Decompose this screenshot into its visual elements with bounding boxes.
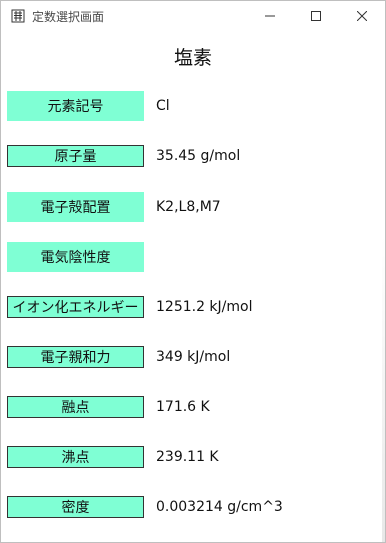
property-label[interactable]: 密度 — [7, 496, 144, 518]
maximize-icon — [311, 11, 321, 21]
property-row-density: 密度 0.003214 g/cm^3 — [7, 492, 377, 522]
property-row-atomic-weight: 原子量 35.45 g/mol — [7, 141, 377, 171]
property-value: 35.45 g/mol — [156, 148, 241, 164]
property-row-melting-point: 融点 171.6 K — [7, 392, 377, 422]
property-row-electron-affinity: 電子親和力 349 kJ/mol — [7, 342, 377, 372]
element-name: 塩素 — [173, 47, 212, 69]
property-value: 239.11 K — [156, 449, 219, 465]
window-edge-shadow — [382, 31, 385, 542]
property-row-electronegativity: 電気陰性度 — [7, 242, 377, 272]
property-label[interactable]: 原子量 — [7, 145, 144, 167]
app-window: 定数選択画面 塩素 元素記号 Cl 原子量 35.45 g/mol 電子殻配置 … — [0, 0, 386, 543]
property-label[interactable]: イオン化エネルギー — [7, 296, 144, 318]
property-label[interactable]: 電子殻配置 — [7, 192, 144, 222]
property-label[interactable]: 元素記号 — [7, 91, 144, 121]
property-value: 0.003214 g/cm^3 — [156, 499, 283, 515]
property-value: 171.6 K — [156, 399, 210, 415]
minimize-icon — [265, 15, 275, 17]
property-value: 1251.2 kJ/mol — [156, 299, 253, 315]
property-value: 349 kJ/mol — [156, 349, 231, 365]
minimize-button[interactable] — [247, 1, 293, 31]
property-label[interactable]: 電気陰性度 — [7, 242, 144, 272]
property-row-boiling-point: 沸点 239.11 K — [7, 442, 377, 472]
property-label[interactable]: 融点 — [7, 396, 144, 418]
property-value: K2,L8,M7 — [156, 199, 221, 215]
property-value: Cl — [156, 98, 170, 114]
property-row-ionization-energy: イオン化エネルギー 1251.2 kJ/mol — [7, 292, 377, 322]
property-label[interactable]: 沸点 — [7, 446, 144, 468]
property-row-electron-config: 電子殻配置 K2,L8,M7 — [7, 192, 377, 222]
close-icon — [357, 11, 367, 21]
maximize-button[interactable] — [293, 1, 339, 31]
title-bar[interactable]: 定数選択画面 — [1, 1, 385, 31]
close-button[interactable] — [339, 1, 385, 31]
app-icon — [11, 9, 25, 23]
property-row-symbol: 元素記号 Cl — [7, 91, 377, 121]
window-title: 定数選択画面 — [32, 9, 105, 24]
property-label[interactable]: 電子親和力 — [7, 346, 144, 368]
